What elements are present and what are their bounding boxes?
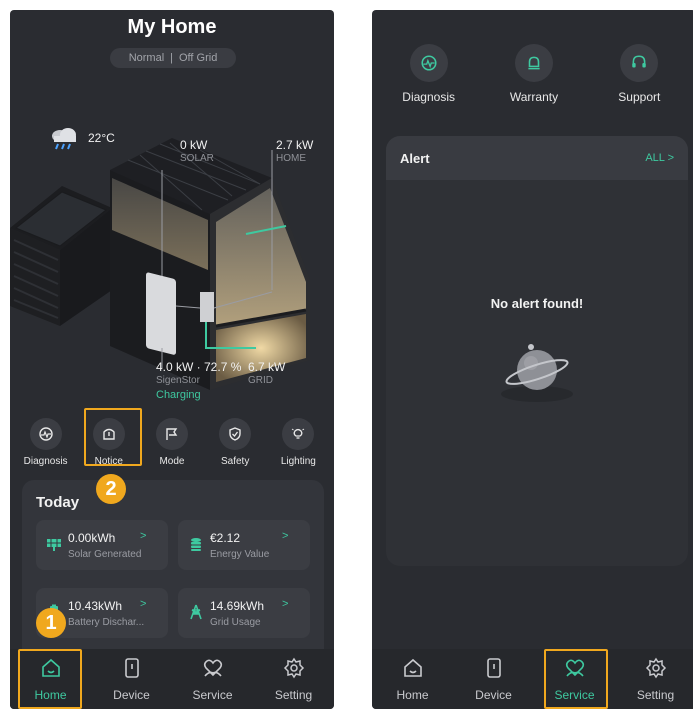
battery-status: Charging — [156, 389, 201, 401]
feature-mode[interactable]: Mode — [143, 418, 201, 467]
step-badge-2: 2 — [96, 474, 126, 504]
tab-device[interactable]: Device — [97, 657, 167, 702]
tile-label: Grid Usage — [210, 617, 261, 628]
tab-label: Home — [396, 687, 429, 702]
home-value: 2.7 kW — [276, 138, 314, 152]
grid-usage-tile[interactable]: 14.69kWh Grid Usage > — [178, 588, 310, 638]
alert-card: Alert ALL > No alert found! — [386, 136, 688, 566]
tile-value: 0.00kWh — [68, 531, 116, 545]
gear-icon — [645, 657, 666, 678]
solar-panel-icon — [47, 539, 61, 551]
device-icon — [486, 657, 501, 678]
tab-label: Service — [192, 687, 233, 702]
feature-diagnosis[interactable]: Diagnosis — [17, 418, 75, 467]
solar-generated-tile[interactable]: 0.00kWh Solar Generated > — [36, 520, 168, 570]
feature-safety[interactable]: Safety — [206, 418, 264, 467]
feature-shortcuts: Diagnosis Notice Mode Safety Lighting — [10, 418, 334, 467]
home-tab-highlight — [18, 649, 82, 709]
temperature: 22°C — [88, 131, 115, 145]
solar-value: 0 kW — [180, 138, 208, 152]
today-title: Today — [36, 494, 80, 511]
feature-label: Mode — [159, 456, 185, 467]
pylon-icon — [190, 604, 202, 620]
service-icon — [203, 659, 222, 677]
service-label: Warranty — [509, 90, 559, 104]
planet-icon — [501, 344, 573, 402]
diagnosis-icon — [421, 55, 437, 71]
tab-label: Setting — [274, 687, 313, 702]
mode-separator: | — [170, 52, 173, 64]
mode-normal-label: Normal — [128, 52, 165, 64]
home-stat[interactable]: 2.7 kW HOME — [276, 138, 313, 166]
tab-service[interactable]: Service — [178, 657, 248, 702]
solar-stat[interactable]: 0 kW SOLAR — [180, 138, 214, 166]
tile-value: 14.69kWh — [210, 599, 265, 613]
service-shortcuts: Diagnosis Warranty Support — [372, 44, 693, 104]
alert-title: Alert — [400, 150, 430, 166]
service-screen: Diagnosis Warranty Support Alert ALL > N… — [372, 10, 693, 709]
chevron-right-icon: > — [140, 530, 147, 542]
mode-off-grid-label: Off Grid — [179, 52, 218, 64]
step-badge-1: 1 — [36, 608, 66, 638]
headset-icon — [632, 55, 647, 68]
service-tab-highlight — [544, 649, 608, 709]
battery-label: SigenStor — [156, 375, 200, 386]
tab-setting[interactable]: Setting — [621, 657, 691, 702]
lighting-icon — [292, 428, 305, 439]
feature-lighting[interactable]: Lighting — [269, 418, 327, 467]
tab-label: Setting — [636, 687, 675, 702]
tab-bar: Home Device Service Setting — [372, 649, 693, 709]
service-warranty[interactable]: Warranty — [494, 44, 574, 104]
grid-value: 6.7 kW — [248, 360, 286, 374]
tile-value: 10.43kWh — [68, 599, 123, 613]
safety-icon — [229, 427, 241, 441]
feature-label: Diagnosis — [23, 456, 68, 467]
tab-label: Device — [475, 687, 512, 702]
service-label: Diagnosis — [402, 90, 455, 104]
home-icon — [403, 658, 422, 677]
feature-label: Lighting — [280, 456, 316, 467]
view-all-link[interactable]: ALL > — [645, 152, 674, 164]
alert-header: Alert ALL > — [386, 136, 688, 180]
battery-value: 4.0 kW · 72.7 % — [156, 360, 242, 374]
chevron-right-icon: > — [282, 530, 289, 542]
device-icon — [124, 657, 139, 678]
page-title: My Home — [127, 16, 217, 38]
tile-label: Energy Value — [210, 549, 270, 560]
tab-setting[interactable]: Setting — [259, 657, 329, 702]
tile-value: €2.12 — [210, 531, 241, 545]
empty-alert-message: No alert found! — [490, 296, 584, 311]
home-screen: My Home Normal | Off Grid 22°C 0 kW SOLA… — [10, 10, 334, 709]
bell-icon — [528, 56, 540, 70]
solar-label: SOLAR — [180, 153, 214, 164]
today-card: Today 0.00kWh Solar Generated > €2.12 En… — [22, 480, 324, 670]
tile-label: Battery Dischar... — [68, 617, 145, 628]
notice-highlight — [84, 408, 142, 466]
weather: 22°C — [48, 126, 115, 150]
battery-stat[interactable]: 4.0 kW · 72.7 % SigenStor Charging — [156, 360, 241, 402]
gear-icon — [283, 657, 304, 678]
diagnosis-icon — [38, 427, 53, 441]
grid-stat[interactable]: 6.7 kW GRID — [248, 360, 285, 388]
tile-label: Solar Generated — [68, 549, 142, 560]
tab-home[interactable]: Home — [378, 657, 448, 702]
tab-label: Device — [113, 687, 150, 702]
home-label: HOME — [276, 153, 306, 164]
service-diagnosis[interactable]: Diagnosis — [389, 44, 469, 104]
coins-icon — [191, 538, 201, 551]
service-support[interactable]: Support — [599, 44, 679, 104]
feature-label: Safety — [220, 456, 250, 467]
chevron-right-icon: > — [282, 598, 289, 610]
rain-cloud-icon — [52, 128, 76, 150]
energy-value-tile[interactable]: €2.12 Energy Value > — [178, 520, 310, 570]
grid-label: GRID — [248, 375, 273, 386]
tab-device[interactable]: Device — [459, 657, 529, 702]
mode-indicator: Normal | Off Grid — [110, 48, 236, 68]
service-label: Support — [618, 90, 661, 104]
mode-icon — [166, 428, 178, 440]
chevron-right-icon: > — [140, 598, 147, 610]
